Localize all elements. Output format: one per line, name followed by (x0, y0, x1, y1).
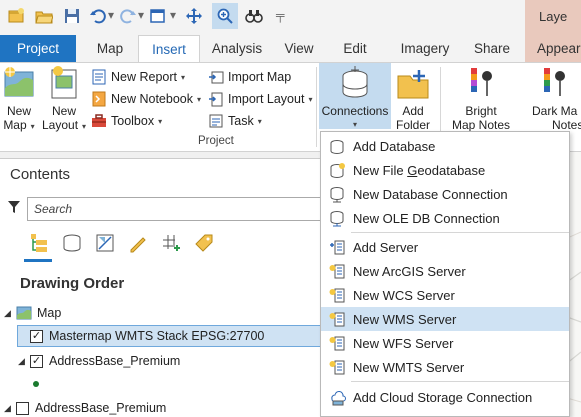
list-by-drawing-order-icon[interactable] (24, 229, 54, 257)
new-notebook-button[interactable]: New Notebook ▾ (91, 88, 201, 110)
window-icon[interactable] (148, 6, 168, 26)
tab-analysis[interactable]: Analysis (202, 35, 272, 62)
explore-icon[interactable] (212, 3, 238, 29)
import-map-icon (209, 71, 224, 84)
tab-project[interactable]: Project (0, 35, 76, 62)
list-by-snapping-icon[interactable] (156, 229, 186, 257)
undo-dropdown-icon[interactable]: ▾ (108, 8, 114, 22)
task-button[interactable]: Task ▾ (208, 110, 262, 132)
layer-visibility-checkbox[interactable]: ✓ (30, 354, 43, 368)
new-report-button[interactable]: New Report ▾ (91, 66, 185, 88)
tree-row-addressbase-1[interactable]: ◢ ✓ AddressBase_Premium (18, 350, 180, 372)
new-wfs-server-icon (329, 336, 344, 350)
new-layout-button[interactable]: New Layout ▾ (42, 66, 86, 134)
undo-icon[interactable] (88, 6, 108, 26)
contents-title: Contents (10, 166, 71, 183)
find-icon[interactable] (244, 6, 264, 26)
layer-context-tab[interactable]: Laye (525, 0, 581, 35)
add-database-icon (330, 139, 343, 154)
toolbox-button[interactable]: Toolbox ▾ (91, 110, 162, 132)
new-file-geodatabase-icon (330, 162, 345, 178)
add-folder-icon (395, 66, 431, 102)
search-input[interactable]: Search (27, 197, 326, 221)
dark-map-notes-button[interactable]: Dark Ma Notes (532, 66, 581, 132)
layer-visibility-checkbox[interactable] (16, 401, 29, 415)
new-ole-db-connection-icon (330, 210, 343, 226)
ribbon-tabs: Project Map Insert Analysis View Edit Im… (0, 35, 581, 63)
tab-map[interactable]: Map (82, 35, 138, 62)
tree-row-mastermap[interactable]: ✓ Mastermap WMTS Stack EPSG:27700 (17, 325, 326, 347)
pan-icon[interactable] (184, 6, 204, 26)
tab-appearance[interactable]: Appeara (525, 35, 581, 62)
report-icon (92, 69, 106, 85)
menu-item-add-cloud-storage-connection[interactable]: Add Cloud Storage Connection (321, 385, 569, 409)
tab-insert[interactable]: Insert (138, 35, 200, 63)
add-cloud-storage-icon (330, 390, 346, 405)
active-view-indicator (24, 259, 52, 262)
list-by-editing-icon[interactable] (123, 229, 153, 257)
list-by-labeling-icon[interactable] (189, 229, 219, 257)
point-symbol-row (33, 373, 39, 395)
import-map-button[interactable]: Import Map (208, 66, 291, 88)
toolbox-icon (92, 114, 106, 127)
menu-item-new-arcgis-server[interactable]: New ArcGIS Server (321, 259, 569, 283)
new-map-icon (1, 66, 37, 102)
tab-view[interactable]: View (276, 35, 322, 62)
filter-icon[interactable] (7, 200, 21, 214)
drawing-order-heading: Drawing Order (20, 275, 125, 292)
new-wmts-server-icon (329, 360, 344, 374)
new-layout-icon (46, 66, 82, 102)
contents-pane: Contents Search Drawing Order ◢ Map ✓ Ma… (0, 158, 326, 417)
tab-edit[interactable]: Edit (332, 35, 378, 62)
save-project-icon[interactable] (62, 6, 82, 26)
tree-row-addressbase-2[interactable]: ◢ AddressBase_Premium (4, 397, 166, 417)
collapse-icon[interactable]: ◢ (4, 308, 16, 319)
new-wcs-server-icon (329, 288, 344, 302)
import-layout-button[interactable]: Import Layout ▾ (208, 88, 312, 110)
task-icon (209, 114, 223, 128)
import-layout-icon (209, 92, 223, 107)
menu-item-new-wms-server[interactable]: New WMS Server (321, 307, 569, 331)
customize-toolbar-icon[interactable]: ╤ (276, 8, 285, 22)
menu-item-new-wmts-server[interactable]: New WMTS Server (321, 355, 569, 379)
contents-view-toolbar (24, 229, 222, 259)
new-wms-server-icon (329, 312, 344, 326)
bright-map-notes-icon (463, 66, 499, 102)
dark-map-notes-icon (536, 66, 572, 102)
layer-visibility-checkbox[interactable]: ✓ (30, 329, 43, 343)
open-project-icon[interactable] (34, 6, 54, 26)
add-server-icon (329, 240, 344, 254)
menu-item-new-wcs-server[interactable]: New WCS Server (321, 283, 569, 307)
new-arcgis-server-icon (329, 264, 344, 278)
connections-menu: Add Database New File Geodatabase New Da… (320, 131, 570, 417)
quick-access-toolbar: ▾ ▾ ▾ ╤ Laye (0, 0, 581, 35)
bright-map-notes-button[interactable]: Bright Map Notes (448, 66, 514, 132)
map-icon (16, 306, 32, 320)
point-symbol (33, 381, 39, 387)
menu-item-new-wfs-server[interactable]: New WFS Server (321, 331, 569, 355)
menu-item-add-database[interactable]: Add Database (321, 134, 569, 158)
database-connection-icon (337, 66, 373, 102)
collapse-icon[interactable]: ◢ (4, 403, 16, 414)
group-label-project: Project (198, 135, 234, 147)
tab-imagery[interactable]: Imagery (392, 35, 458, 62)
menu-item-new-ole-db-connection[interactable]: New OLE DB Connection (321, 206, 569, 230)
new-database-connection-icon (330, 186, 343, 202)
list-by-source-icon[interactable] (57, 229, 87, 257)
menu-item-new-database-connection[interactable]: New Database Connection (321, 182, 569, 206)
tree-row-map[interactable]: ◢ Map (4, 302, 61, 324)
redo-dropdown-icon[interactable]: ▾ (138, 8, 144, 22)
tab-share[interactable]: Share (468, 35, 516, 62)
new-project-icon[interactable] (6, 6, 26, 26)
window-dropdown-icon[interactable]: ▾ (170, 8, 176, 22)
redo-icon[interactable] (118, 6, 138, 26)
menu-item-new-file-geodatabase[interactable]: New File Geodatabase (321, 158, 569, 182)
add-folder-button[interactable]: Add Folder (392, 66, 434, 132)
collapse-icon[interactable]: ◢ (18, 356, 30, 367)
new-map-button[interactable]: New Map ▾ (0, 66, 38, 134)
menu-item-add-server[interactable]: Add Server (321, 235, 569, 259)
connections-button-content[interactable]: Connections ▾ (319, 66, 391, 132)
list-by-selection-icon[interactable] (90, 229, 120, 257)
notebook-icon (92, 91, 106, 107)
